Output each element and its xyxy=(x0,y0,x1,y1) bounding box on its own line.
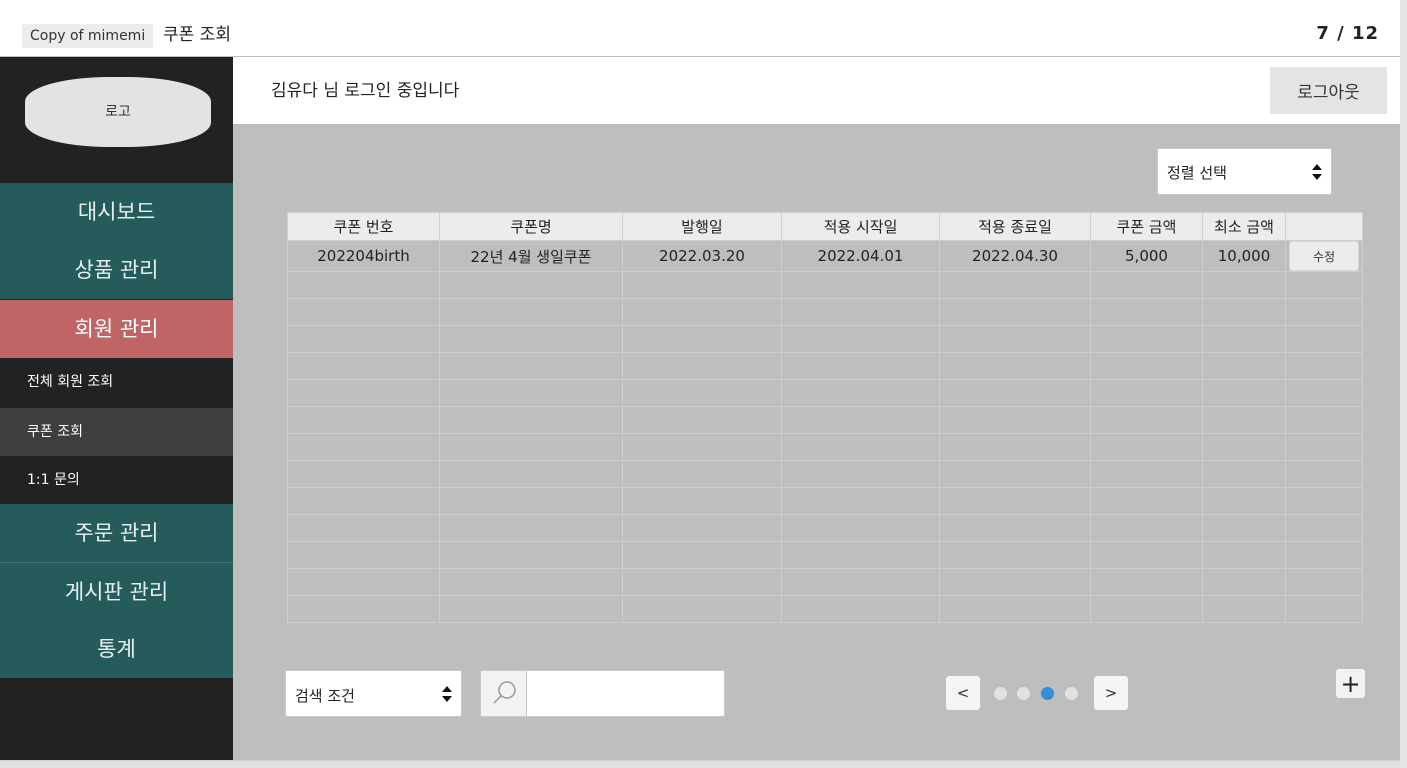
column-header: 발행일 xyxy=(622,212,782,241)
table-row xyxy=(287,325,1363,353)
table-row xyxy=(287,595,1363,623)
table-cell: 5,000 xyxy=(1090,240,1203,272)
table-row: 202204birth 22년 4월 생일쿠폰 2022.03.20 2022.… xyxy=(287,240,1363,272)
select-arrows-icon xyxy=(442,684,452,704)
bottom-edge xyxy=(0,760,1400,768)
table-row xyxy=(287,406,1363,434)
page-dot[interactable] xyxy=(994,687,1007,700)
sidebar: 로고 대시보드 상품 관리 회원 관리 전체 회원 조회 쿠폰 조회 1:1 문… xyxy=(0,57,233,760)
search-input[interactable] xyxy=(528,671,724,716)
table-row xyxy=(287,433,1363,461)
logo[interactable]: 로고 xyxy=(25,77,211,147)
table-cell: 수정 xyxy=(1285,240,1363,272)
column-header: 최소 금액 xyxy=(1202,212,1286,241)
table-row xyxy=(287,487,1363,515)
sort-select[interactable]: 정렬 선택 xyxy=(1157,148,1332,195)
welcome-message: 김유다 님 로그인 중입니다 xyxy=(271,81,460,101)
prev-page-button[interactable]: < xyxy=(946,676,980,710)
column-header: 쿠폰 금액 xyxy=(1090,212,1203,241)
search-condition-select[interactable]: 검색 조건 xyxy=(285,670,462,717)
table-cell: 202204birth xyxy=(287,240,440,272)
table-row xyxy=(287,460,1363,488)
sort-select-label: 정렬 선택 xyxy=(1167,164,1227,182)
table-row xyxy=(287,568,1363,596)
column-header: 쿠폰명 xyxy=(439,212,623,241)
column-header: 적용 시작일 xyxy=(781,212,940,241)
search-condition-label: 검색 조건 xyxy=(295,687,355,705)
page-counter: 7 / 12 xyxy=(1316,23,1379,44)
coupon-table: 쿠폰 번호 쿠폰명 발행일 적용 시작일 적용 종료일 쿠폰 금액 최소 금액 … xyxy=(287,212,1363,623)
header: 김유다 님 로그인 중입니다 로그아웃 xyxy=(233,57,1400,124)
scrollbar-track[interactable] xyxy=(1400,0,1407,768)
table-row xyxy=(287,541,1363,569)
copy-tag: Copy of mimemi xyxy=(22,24,154,48)
column-header: 적용 종료일 xyxy=(939,212,1091,241)
next-page-button[interactable]: > xyxy=(1094,676,1128,710)
table-row xyxy=(287,514,1363,542)
sidebar-item-products[interactable]: 상품 관리 xyxy=(0,241,233,299)
table-row xyxy=(287,298,1363,326)
sidebar-item-dashboard[interactable]: 대시보드 xyxy=(0,183,233,241)
table-cell: 22년 4월 생일쿠폰 xyxy=(439,240,623,272)
sidebar-item-orders[interactable]: 주문 관리 xyxy=(0,504,233,562)
table-row xyxy=(287,352,1363,380)
page-title: 쿠폰 조회 xyxy=(163,25,231,45)
table-cell: 2022.04.30 xyxy=(939,240,1091,272)
table-header-row: 쿠폰 번호 쿠폰명 발행일 적용 시작일 적용 종료일 쿠폰 금액 최소 금액 xyxy=(287,212,1363,241)
page-dot[interactable] xyxy=(1017,687,1030,700)
table-cell: 2022.03.20 xyxy=(622,240,782,272)
table-cell: 10,000 xyxy=(1202,240,1286,272)
table-row xyxy=(287,379,1363,407)
sidebar-subitem-coupons[interactable]: 쿠폰 조회 xyxy=(0,408,233,456)
table-cell: 2022.04.01 xyxy=(781,240,940,272)
edit-button[interactable]: 수정 xyxy=(1289,241,1359,271)
column-header: 쿠폰 번호 xyxy=(287,212,440,241)
search-icon[interactable] xyxy=(481,671,527,716)
sidebar-subitem-inquiry[interactable]: 1:1 문의 xyxy=(0,456,233,504)
page-dot-active[interactable] xyxy=(1041,687,1054,700)
top-bar: Copy of mimemi 쿠폰 조회 7 / 12 xyxy=(0,0,1407,57)
add-coupon-button[interactable]: + xyxy=(1336,669,1365,698)
logout-button[interactable]: 로그아웃 xyxy=(1270,67,1387,114)
sidebar-item-board[interactable]: 게시판 관리 xyxy=(0,562,233,620)
sidebar-item-members[interactable]: 회원 관리 xyxy=(0,300,233,358)
main-content: 정렬 선택 쿠폰 번호 쿠폰명 발행일 적용 시작일 적용 종료일 쿠폰 금액 … xyxy=(233,124,1400,760)
sidebar-item-statistics[interactable]: 통계 xyxy=(0,620,233,678)
select-arrows-icon xyxy=(1312,162,1322,182)
sidebar-subitem-all-members[interactable]: 전체 회원 조회 xyxy=(0,358,233,406)
column-header xyxy=(1285,212,1363,241)
page-dot[interactable] xyxy=(1065,687,1078,700)
search-box xyxy=(480,670,725,717)
table-row xyxy=(287,271,1363,299)
